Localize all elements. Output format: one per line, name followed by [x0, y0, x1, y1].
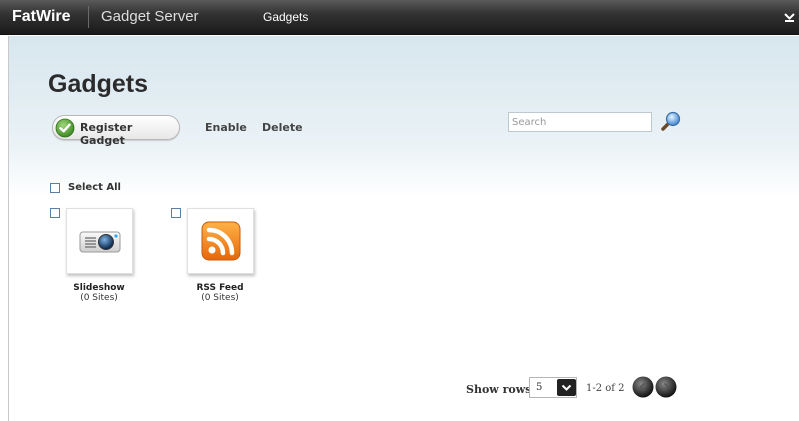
projector-icon [79, 231, 121, 253]
page-range-text: 1-2 of 2 [586, 383, 625, 394]
nav-link-gadgets[interactable]: Gadgets [263, 10, 308, 24]
page-title: Gadgets [48, 70, 149, 98]
left-border [8, 36, 9, 421]
product-name: Gadget Server [101, 8, 199, 25]
register-gadget-button[interactable]: Register Gadget [52, 115, 180, 147]
show-rows-label: Show rows: [466, 383, 536, 396]
register-gadget-label: Register Gadget [80, 121, 133, 147]
top-bar: FatWire Gadget Server Gadgets [0, 0, 799, 35]
brand-logo: FatWire [12, 8, 71, 25]
gadget-tile-rss-feed[interactable] [187, 208, 254, 274]
chevron-down-icon[interactable] [557, 379, 576, 396]
search-input[interactable] [508, 112, 652, 132]
chevron-down-icon[interactable] [780, 10, 799, 24]
rows-per-page-select[interactable]: 5 [529, 377, 577, 398]
delete-button[interactable]: Delete [262, 121, 303, 134]
magnifier-icon[interactable] [660, 110, 682, 132]
enable-button[interactable]: Enable [205, 121, 247, 134]
gadget-sites-rss-feed: (0 Sites) [201, 293, 239, 303]
rows-per-page-value: 5 [536, 382, 543, 393]
gadget-tile-slideshow[interactable] [66, 208, 133, 274]
gadget-name-rss-feed: RSS Feed [196, 283, 244, 293]
gadget-name-slideshow: Slideshow [73, 283, 125, 293]
gadget-checkbox-rss-feed[interactable] [171, 208, 181, 218]
next-page-icon[interactable] [655, 376, 677, 398]
rss-icon [201, 221, 241, 261]
gadget-checkbox-slideshow[interactable] [50, 208, 60, 218]
topbar-divider [88, 6, 89, 28]
select-all-checkbox[interactable] [50, 183, 60, 193]
select-all-label: Select All [68, 182, 121, 193]
previous-page-icon[interactable] [632, 376, 654, 398]
gadget-sites-slideshow: (0 Sites) [80, 293, 118, 303]
checkmark-icon [55, 118, 75, 138]
